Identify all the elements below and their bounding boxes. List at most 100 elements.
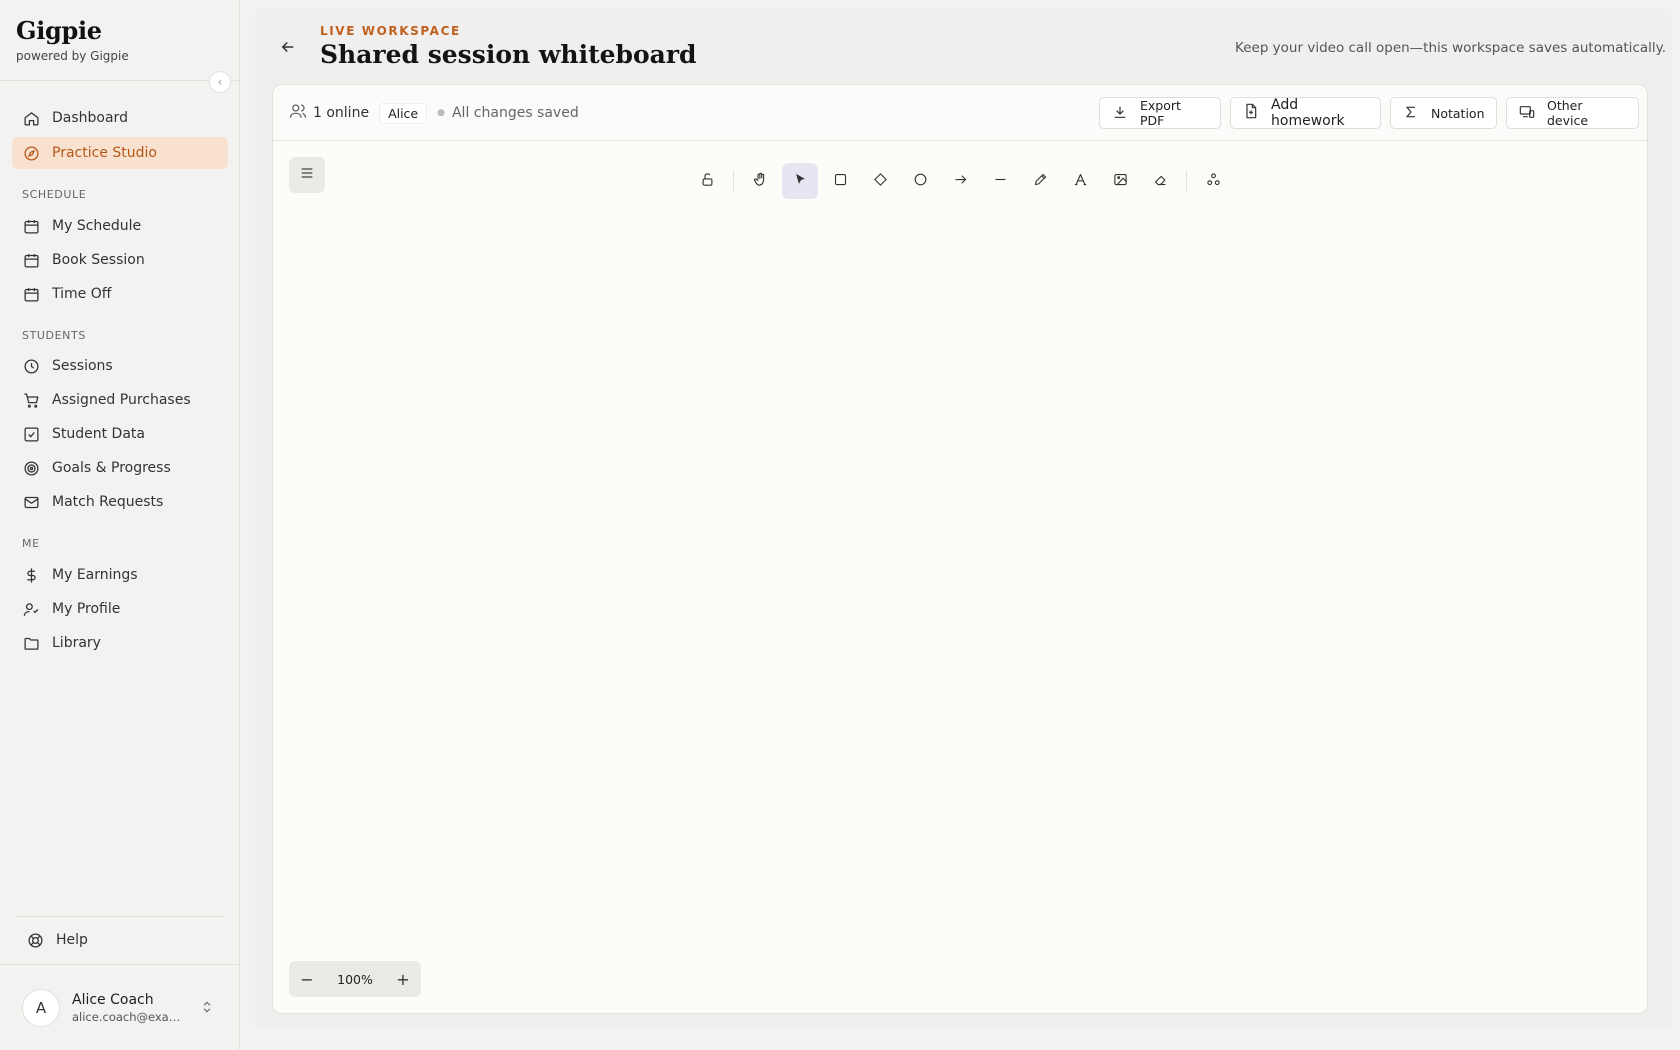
tool-select[interactable] (782, 163, 818, 199)
notation-button[interactable]: Notation (1390, 97, 1497, 129)
sidebar-item-my-schedule[interactable]: My Schedule (12, 210, 228, 242)
button-label: Export PDF (1140, 98, 1181, 128)
mail-icon (22, 493, 40, 511)
tool-line[interactable] (982, 163, 1018, 199)
sidebar-item-match-requests[interactable]: Match Requests (12, 486, 228, 518)
brand: Gigpie powered by Gigpie (16, 16, 129, 63)
presence-indicator: 1 online Alice ● All changes saved (289, 101, 579, 125)
brand-name: Gigpie (16, 16, 102, 45)
folder-icon (22, 634, 40, 652)
tool-more-shapes[interactable] (1195, 163, 1231, 199)
hand-icon (753, 172, 768, 191)
tool-eraser[interactable] (1142, 163, 1178, 199)
brand-tagline: powered by Gigpie (16, 49, 129, 63)
participant-chip: Alice (379, 102, 428, 124)
chevron-up-down-icon (200, 999, 214, 1018)
section-label-schedule: SCHEDULE (22, 188, 87, 201)
help-buoy-icon (26, 931, 44, 949)
checkbox-icon (22, 425, 40, 443)
section-label-students: STUDENTS (22, 329, 86, 342)
devices-icon (1519, 104, 1547, 123)
user-info: Alice Coach alice.coach@exam... (72, 992, 190, 1024)
sidebar-item-sessions[interactable]: Sessions (12, 350, 228, 382)
sidebar-item-dashboard[interactable]: Dashboard (12, 102, 228, 134)
sidebar-item-my-earnings[interactable]: My Earnings (12, 559, 228, 591)
divider (16, 916, 224, 917)
tool-text[interactable] (1062, 163, 1098, 199)
text-icon (1073, 172, 1088, 191)
users-icon (289, 102, 313, 124)
toolbar-separator (733, 170, 734, 192)
sidebar-item-goals-progress[interactable]: Goals & Progress (12, 452, 228, 484)
tool-hand[interactable] (742, 163, 778, 199)
other-device-button[interactable]: Other device (1506, 97, 1639, 129)
button-label: Add homework (1271, 97, 1345, 129)
online-count: 1 online (313, 105, 370, 121)
tool-lock[interactable] (689, 163, 725, 199)
sidebar-item-label: Match Requests (52, 494, 164, 510)
cursor-arrow-icon (793, 172, 808, 191)
avatar: A (22, 989, 60, 1027)
user-name: Alice Coach (72, 992, 154, 1008)
zoom-out-button[interactable]: − (289, 961, 325, 997)
cart-icon (22, 391, 40, 409)
user-icon (22, 600, 40, 618)
whiteboard-panel: 1 online Alice ● All changes saved Expor… (272, 84, 1648, 1014)
sidebar-item-label: Dashboard (52, 110, 128, 126)
toolbar-separator (1186, 170, 1187, 192)
zoom-in-button[interactable]: + (385, 961, 421, 997)
diamond-icon (873, 172, 888, 191)
sidebar-item-practice-studio[interactable]: Practice Studio (12, 137, 228, 169)
sidebar-item-label: Time Off (52, 286, 112, 302)
home-icon (22, 109, 40, 127)
sidebar-item-label: Student Data (52, 426, 145, 442)
section-label-me: ME (22, 537, 40, 550)
sidebar-item-library[interactable]: Library (12, 627, 228, 659)
sidebar-item-book-session[interactable]: Book Session (12, 244, 228, 276)
rectangle-icon (833, 172, 848, 191)
sidebar: Gigpie powered by Gigpie ‹ Dashboard Pra… (0, 0, 240, 1050)
user-menu[interactable]: A Alice Coach alice.coach@exam... (22, 988, 222, 1028)
sidebar-item-my-profile[interactable]: My Profile (12, 593, 228, 625)
sidebar-item-assigned-purchases[interactable]: Assigned Purchases (12, 384, 228, 416)
tool-image[interactable] (1102, 163, 1138, 199)
image-icon (1113, 172, 1128, 191)
sidebar-item-label: Help (56, 932, 88, 948)
zoom-level[interactable]: 100% (325, 972, 385, 987)
separator-dot: ● (437, 108, 445, 118)
sidebar-item-label: My Schedule (52, 218, 142, 234)
pencil-icon (1033, 172, 1048, 191)
export-pdf-button[interactable]: Export PDF (1099, 97, 1221, 129)
dollar-icon (22, 566, 40, 584)
file-plus-icon (1243, 103, 1271, 123)
tool-arrow[interactable] (942, 163, 978, 199)
tool-rectangle[interactable] (822, 163, 858, 199)
arrow-right-icon (953, 172, 968, 191)
hamburger-icon (299, 165, 315, 185)
sidebar-item-time-off[interactable]: Time Off (12, 278, 228, 310)
calendar-icon (22, 251, 40, 269)
back-arrow-icon[interactable] (279, 38, 299, 58)
divider (0, 964, 240, 965)
canvas-menu-button[interactable] (289, 157, 325, 193)
button-label: Other device (1547, 98, 1589, 128)
drawing-toolbar (687, 161, 1233, 201)
line-icon (993, 172, 1008, 191)
sidebar-item-label: Library (52, 635, 101, 651)
tool-ellipse[interactable] (902, 163, 938, 199)
page-eyebrow: LIVE WORKSPACE (320, 24, 461, 38)
collapse-sidebar-button[interactable]: ‹ (209, 71, 231, 93)
add-homework-button[interactable]: Add homework (1230, 97, 1381, 129)
circle-icon (913, 172, 928, 191)
tool-pencil[interactable] (1022, 163, 1058, 199)
calendar-icon (22, 285, 40, 303)
tool-diamond[interactable] (862, 163, 898, 199)
sidebar-item-student-data[interactable]: Student Data (12, 418, 228, 450)
shapes-icon (1206, 172, 1221, 191)
sidebar-item-help[interactable]: Help (16, 924, 232, 956)
divider (0, 80, 240, 81)
page-title: Shared session whiteboard (320, 40, 697, 69)
user-email: alice.coach@exam... (72, 1010, 190, 1024)
sidebar-item-label: My Earnings (52, 567, 138, 583)
chevron-left-icon: ‹ (217, 75, 223, 89)
